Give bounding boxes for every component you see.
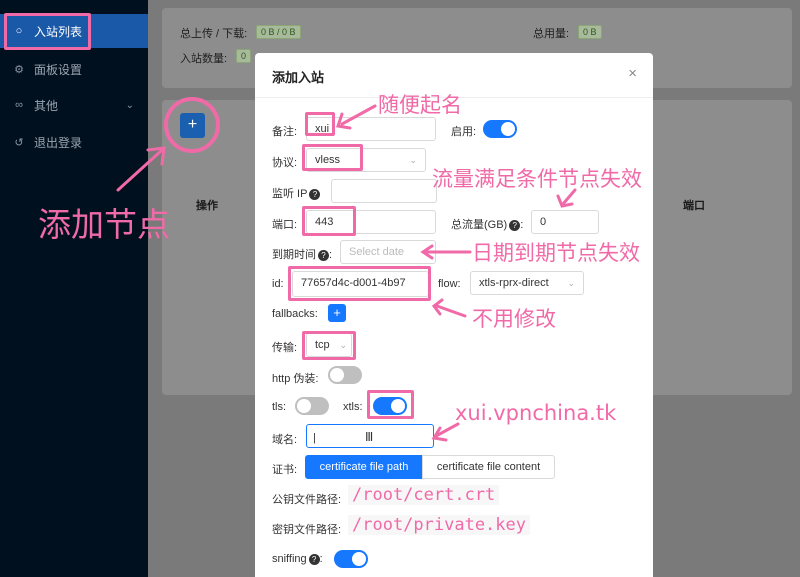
sidebar-item-label: 退出登录 (34, 135, 83, 150)
sniffing-label: sniffing?: (272, 553, 323, 565)
annotation-box-xtls (367, 390, 414, 419)
annotation-box-id (288, 266, 431, 301)
protocol-label: 协议: (272, 157, 298, 169)
chevron-down-icon: ⌄ (567, 278, 575, 288)
toggle-knob (501, 122, 515, 136)
logout-icon: ↺ (14, 136, 24, 149)
annotation-box-inbound-list (4, 13, 91, 50)
help-icon[interactable]: ? (318, 249, 329, 261)
upload-download-tag: 0 B / 0 B (256, 25, 301, 39)
http-camouflage-toggle[interactable] (328, 366, 362, 384)
sidebar-item-label: 其他 (34, 98, 59, 113)
flow-value: xtls-rprx-direct (479, 277, 549, 289)
cert-label: 证书: (272, 464, 298, 476)
text-cursor: | (313, 432, 316, 444)
annotation-traffic-expire: 流量满足条件节点失效 (432, 167, 642, 191)
public-key-label: 公钥文件路径: (272, 494, 342, 506)
annotation-circle-add-button (164, 97, 220, 153)
expiry-label: 到期时间?: (272, 249, 333, 261)
annotation-box-port (302, 206, 356, 236)
annotation-no-change: 不用修改 (472, 307, 556, 331)
settings-icon: ⚙ (14, 63, 24, 76)
tab-certificate-file-path[interactable]: certificate file path (305, 455, 423, 479)
tab-certificate-file-content[interactable]: certificate file content (422, 455, 555, 479)
sidebar-item-label: 面板设置 (34, 62, 83, 77)
http-camouflage-label: http 伪装: (272, 373, 319, 385)
help-icon[interactable]: ? (509, 219, 521, 231)
link-icon: ∞ (15, 99, 23, 111)
annotation-box-transport (302, 331, 356, 360)
listen-ip-input[interactable] (331, 179, 437, 203)
remark-label: 备注: (272, 126, 298, 138)
inbound-count-tag: 0 (236, 49, 252, 63)
help-icon[interactable]: ? (309, 188, 321, 200)
total-traffic-input[interactable]: 0 (531, 210, 599, 234)
listen-ip-label: 监听 IP? (272, 185, 321, 201)
domain-label: 域名: (272, 434, 298, 446)
column-header-port: 端口 (683, 200, 705, 212)
sidebar-item-logout[interactable]: ↺ 退出登录 (0, 125, 148, 159)
transport-label: 传输: (272, 342, 298, 354)
toggle-knob (352, 552, 366, 566)
flow-label: flow: (438, 278, 461, 290)
annotation-domain-example: xui.vpnchina.tk (455, 401, 617, 425)
total-usage-label: 总用量: (533, 28, 570, 40)
annotation-random-name: 随便起名 (378, 93, 462, 117)
public-key-path-input[interactable]: /root/cert.crt (348, 485, 500, 505)
port-label: 端口: (272, 219, 298, 231)
chevron-down-icon: ⌄ (125, 99, 134, 111)
annotation-date-expire: 日期到期节点失效 (472, 241, 640, 265)
i-beam-cursor-icon: Ⅲ (365, 430, 374, 444)
flow-select[interactable]: xtls-rprx-direct ⌄ (470, 271, 584, 295)
enable-label: 启用: (451, 126, 477, 138)
total-traffic-label: 总流量(GB)?: (451, 219, 524, 231)
annotation-box-remark (305, 112, 335, 136)
tls-toggle[interactable] (295, 397, 329, 415)
inbound-count-label: 入站数量: (180, 53, 228, 65)
modal-title: 添加入站 (272, 70, 325, 85)
toggle-knob (330, 368, 344, 382)
sniffing-toggle[interactable] (334, 550, 368, 568)
id-label: id: (272, 278, 284, 290)
tls-label: tls: (272, 401, 287, 413)
annotation-add-node: 添加节点 (38, 205, 170, 244)
column-header-actions: 操作 (196, 200, 218, 212)
fallbacks-label: fallbacks: (272, 308, 318, 320)
add-fallback-button[interactable]: + (328, 304, 346, 322)
chevron-down-icon: ⌄ (409, 155, 417, 165)
enable-toggle[interactable] (483, 120, 517, 138)
expiry-date-picker[interactable]: Select date (340, 240, 436, 264)
sidebar-item-panel-settings[interactable]: ⚙ 面板设置 (0, 52, 148, 86)
sidebar: ○ 入站列表 ⚙ 面板设置 ∞ 其他 ⌄ ↺ 退出登录 (0, 0, 148, 577)
private-key-label: 密钥文件路径: (272, 524, 342, 536)
private-key-path-input[interactable]: /root/private.key (348, 515, 530, 535)
annotation-box-protocol (302, 144, 363, 171)
total-usage-tag: 0 B (578, 25, 602, 39)
help-icon[interactable]: ? (308, 553, 320, 565)
sidebar-item-other[interactable]: ∞ 其他 ⌄ (0, 88, 148, 122)
upload-download-label: 总上传 / 下载: (180, 28, 248, 40)
xtls-label: xtls: (343, 401, 363, 413)
domain-input[interactable]: | Ⅲ (306, 424, 434, 448)
close-icon[interactable]: × (628, 65, 637, 82)
toggle-knob (297, 399, 311, 413)
